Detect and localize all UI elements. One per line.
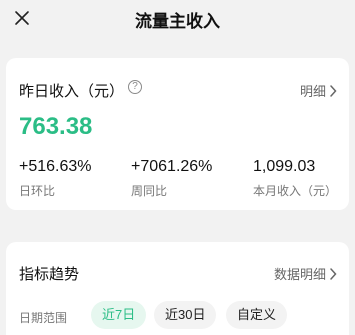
- data-detail-label: 数据明细: [273, 267, 326, 282]
- detail-link-label: 明细: [299, 84, 326, 99]
- chevron-right-icon: [330, 84, 337, 97]
- stat-label: 周同比: [131, 184, 168, 198]
- data-detail-link[interactable]: 数据明细: [274, 264, 337, 283]
- yesterday-income-title: 昨日收入（元）: [19, 83, 125, 100]
- detail-link[interactable]: 明细: [300, 81, 337, 100]
- chevron-right-icon: [330, 267, 337, 280]
- range-chip-30d[interactable]: 近30日: [154, 301, 217, 329]
- range-chip-custom[interactable]: 自定义: [226, 301, 288, 329]
- stat-label: 日环比: [19, 184, 56, 198]
- stat-week-over-week: +7061.26% 周同比: [131, 158, 212, 199]
- help-icon[interactable]: ?: [128, 80, 142, 94]
- trend-card: 指标趋势 数据明细 日期范围 近7日 近30日 自定义: [6, 242, 349, 335]
- stat-label: 本月收入（元）: [253, 184, 338, 198]
- range-chip-7d[interactable]: 近7日: [91, 301, 147, 329]
- stat-month-income: 1,099.03 本月收入（元）: [253, 158, 337, 199]
- yesterday-income-value: 763.38: [19, 113, 93, 140]
- date-range-label: 日期范围: [19, 311, 68, 325]
- stat-value: 1,099.03: [253, 158, 316, 175]
- stat-value: +7061.26%: [131, 158, 213, 175]
- stat-value: +516.63%: [19, 158, 92, 175]
- stat-day-over-day: +516.63% 日环比: [19, 158, 92, 199]
- screen: 流量主收入 昨日收入（元） ? 明细 763.38 +516.63% 日环比 +…: [0, 0, 355, 335]
- header: 流量主收入: [0, 0, 355, 38]
- page-title: 流量主收入: [135, 12, 220, 31]
- yesterday-income-card: 昨日收入（元） ? 明细 763.38 +516.63% 日环比 +7061.2…: [6, 58, 349, 210]
- trend-title: 指标趋势: [19, 266, 80, 283]
